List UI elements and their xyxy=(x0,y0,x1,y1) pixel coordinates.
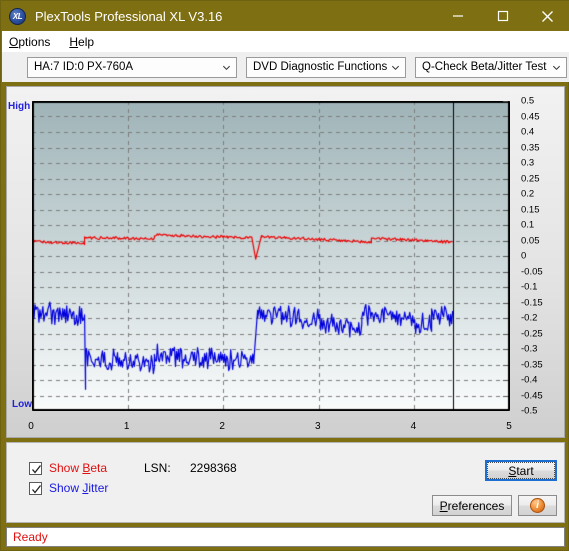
y-axis-tick: 0.3 xyxy=(521,157,535,169)
window-title: PlexTools Professional XL V3.16 xyxy=(35,8,223,24)
y-axis-tick: 0.35 xyxy=(521,141,540,153)
start-button[interactable]: Start xyxy=(485,460,557,481)
function-select[interactable]: DVD Diagnostic Functions xyxy=(246,56,406,78)
window-controls xyxy=(435,1,569,31)
menu-item-help-label: elp xyxy=(78,34,95,49)
y-axis-tick: 0.5 xyxy=(521,95,535,107)
preferences-button-label: Preferences xyxy=(439,498,505,513)
y-axis-tick: 0.15 xyxy=(521,203,540,215)
y-axis-tick: 0 xyxy=(521,250,527,262)
chart-panel xyxy=(6,86,565,438)
app-logo-icon: XL xyxy=(9,7,26,25)
y-axis-tick: -0.25 xyxy=(521,327,543,339)
y-axis-tick: -0.45 xyxy=(521,389,543,401)
y-axis-tick: -0.4 xyxy=(521,374,538,386)
x-axis-tick: 3 xyxy=(315,421,321,432)
axis-label-high: High xyxy=(8,101,31,112)
y-axis-tick: 0.1 xyxy=(521,219,535,231)
preferences-button[interactable]: Preferences xyxy=(432,495,512,516)
lsn-label: LSN: xyxy=(144,461,171,475)
drive-select-value: HA:7 ID:0 PX-760A xyxy=(34,61,134,73)
minimize-icon[interactable] xyxy=(435,1,480,31)
y-axis-tick: 0.2 xyxy=(521,188,535,200)
chevron-down-icon xyxy=(222,58,231,77)
show-beta-checkbox[interactable] xyxy=(29,461,42,475)
test-select[interactable]: Q-Check Beta/Jitter Test xyxy=(415,56,567,78)
x-axis-tick: 4 xyxy=(410,421,417,432)
x-axis-tick: 1 xyxy=(123,421,130,432)
chevron-down-icon xyxy=(552,58,561,77)
show-jitter-label: Show Jitter xyxy=(49,481,109,495)
y-axis-tick: -0.35 xyxy=(521,358,543,370)
x-axis-tick-labels: 0 1 2 3 4 5 xyxy=(1,421,569,437)
show-beta-label: Show Beta xyxy=(49,461,108,475)
maximize-icon[interactable] xyxy=(480,1,525,31)
toolbar: HA:7 ID:0 PX-760A DVD Diagnostic Functio… xyxy=(2,52,569,82)
y-axis-tick: -0.3 xyxy=(521,343,538,355)
menu-item-options-label: ptions xyxy=(18,34,51,49)
plot-canvas[interactable] xyxy=(32,101,510,411)
info-icon: i xyxy=(530,498,545,513)
title-bar: XL PlexTools Professional XL V3.16 xyxy=(1,1,569,31)
test-select-value: Q-Check Beta/Jitter Test xyxy=(422,61,547,73)
close-icon[interactable] xyxy=(525,1,569,31)
y-axis-tick: 0.05 xyxy=(521,234,540,246)
status-text: Ready xyxy=(13,530,48,544)
beta-jitter-plot[interactable] xyxy=(32,101,510,411)
function-select-value: DVD Diagnostic Functions xyxy=(253,61,388,73)
info-button[interactable]: i xyxy=(518,495,557,516)
lsn-value: 2298368 xyxy=(190,461,237,475)
y-axis-tick-labels: 0.5 0.45 0.4 0.35 0.3 0.25 0.2 0.15 0.1 0.05 0 -0.0… xyxy=(521,96,565,421)
x-axis-tick: 0 xyxy=(28,421,34,432)
y-axis-tick: 0.4 xyxy=(521,126,535,138)
x-axis-tick: 2 xyxy=(219,421,225,432)
controls-panel: Show Beta Show Jitter LSN: 2298368 Start… xyxy=(6,442,565,523)
y-axis-tick: -0.1 xyxy=(521,281,538,293)
y-axis-tick: -0.05 xyxy=(521,265,543,277)
y-axis-tick: 0.25 xyxy=(521,172,540,184)
y-axis-tick: 0.45 xyxy=(521,110,540,122)
start-button-label: Start xyxy=(487,462,555,479)
y-axis-tick: -0.5 xyxy=(521,405,538,417)
plextools-window: XL PlexTools Professional XL V3.16 Optio… xyxy=(0,0,569,551)
show-jitter-checkbox[interactable] xyxy=(29,481,42,495)
x-axis-tick: 5 xyxy=(506,421,512,432)
y-axis-tick: -0.2 xyxy=(521,312,538,324)
show-jitter-checkbox-row[interactable]: Show Jitter xyxy=(29,481,108,495)
menu-item-help[interactable]: Help xyxy=(69,35,94,49)
menu-bar: Options Help xyxy=(2,31,569,52)
chevron-down-icon xyxy=(391,58,400,77)
y-axis-tick: -0.15 xyxy=(521,296,543,308)
status-bar: Ready xyxy=(6,527,565,547)
menu-item-options[interactable]: Options xyxy=(9,35,50,49)
axis-label-low: Low xyxy=(12,399,32,410)
drive-select[interactable]: HA:7 ID:0 PX-760A xyxy=(27,56,237,78)
show-beta-checkbox-row[interactable]: Show Beta xyxy=(29,461,107,475)
